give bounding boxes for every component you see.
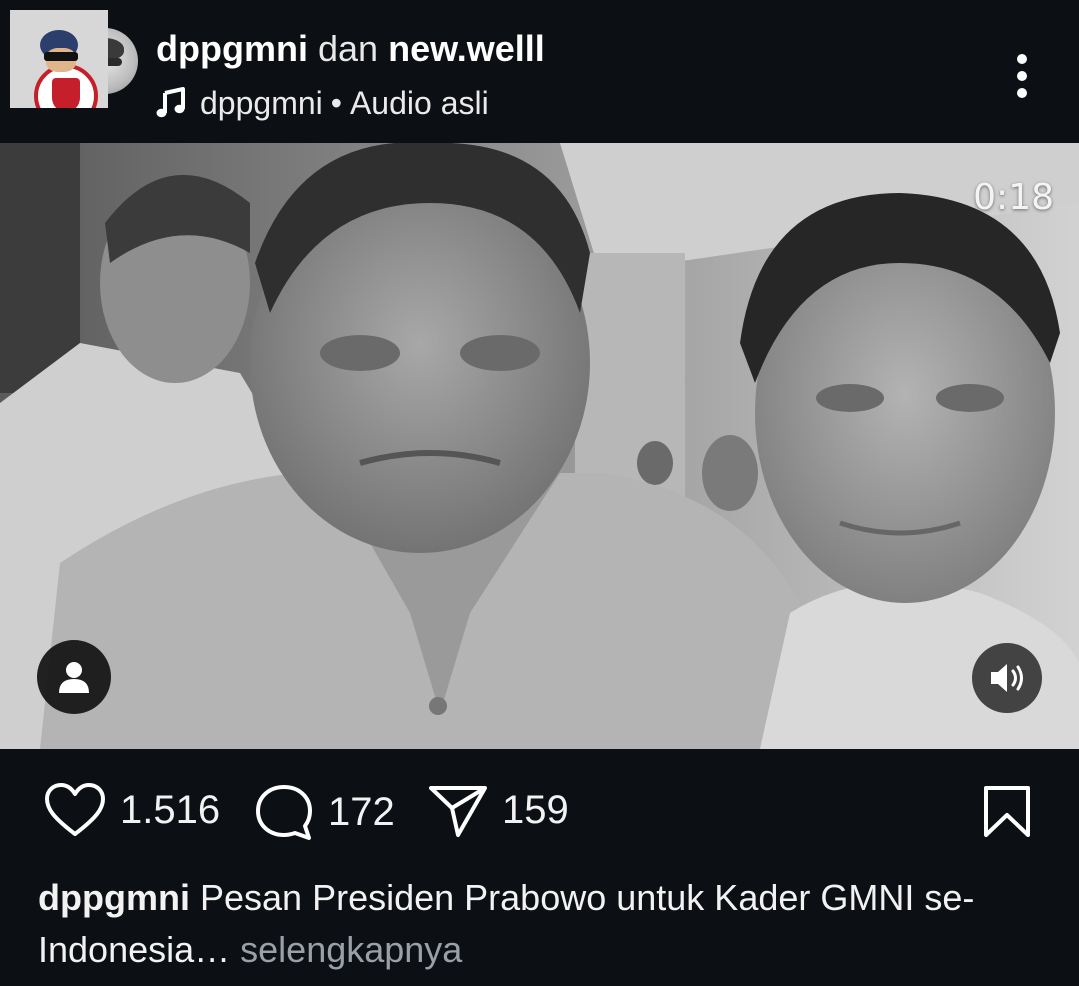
audio-info[interactable]: dppgmni • Audio asli bbox=[156, 84, 489, 122]
audio-author[interactable]: dppgmni bbox=[200, 84, 323, 122]
post-header: dppgmni dan new.welll dppgmni • Audio as… bbox=[0, 0, 1079, 143]
share-button[interactable]: 159 bbox=[428, 782, 569, 838]
collaborator-username[interactable]: new.welll bbox=[388, 28, 545, 69]
author-username[interactable]: dppgmni bbox=[156, 28, 308, 69]
sound-toggle-button[interactable] bbox=[972, 643, 1042, 713]
video-timer: 0:18 bbox=[973, 177, 1054, 218]
post-caption: dppgmni Pesan Presiden Prabowo untuk Kad… bbox=[38, 872, 1048, 976]
audio-label[interactable]: Audio asli bbox=[350, 84, 489, 122]
comment-button[interactable]: 172 bbox=[254, 782, 395, 842]
comment-count: 172 bbox=[328, 789, 395, 834]
paper-plane-icon bbox=[429, 786, 487, 837]
bookmark-icon[interactable] bbox=[982, 785, 1032, 839]
heart-icon bbox=[45, 783, 105, 836]
authors-joiner: dan bbox=[317, 28, 379, 69]
more-options-icon[interactable] bbox=[1004, 52, 1040, 100]
tagged-people-button[interactable] bbox=[37, 640, 111, 714]
caption-username[interactable]: dppgmni bbox=[38, 877, 190, 918]
post-authors: dppgmni dan new.welll bbox=[156, 28, 545, 70]
share-count: 159 bbox=[502, 787, 569, 832]
author-avatars[interactable] bbox=[10, 10, 138, 120]
music-note-icon bbox=[156, 87, 185, 118]
comment-bubble-icon bbox=[256, 785, 312, 840]
author-avatar[interactable] bbox=[10, 10, 108, 108]
video-player[interactable]: 0:18 bbox=[0, 143, 1079, 749]
like-button[interactable]: 1.516 bbox=[44, 782, 220, 838]
reel-post: dppgmni dan new.welll dppgmni • Audio as… bbox=[0, 0, 1079, 986]
post-actions: 1.516 172 159 bbox=[0, 749, 1079, 869]
see-more-link[interactable]: selengkapnya bbox=[240, 929, 462, 970]
speaker-icon bbox=[991, 664, 1023, 692]
person-icon bbox=[59, 662, 89, 693]
video-frame bbox=[0, 143, 1079, 749]
audio-separator: • bbox=[330, 85, 342, 121]
like-count: 1.516 bbox=[120, 787, 221, 832]
